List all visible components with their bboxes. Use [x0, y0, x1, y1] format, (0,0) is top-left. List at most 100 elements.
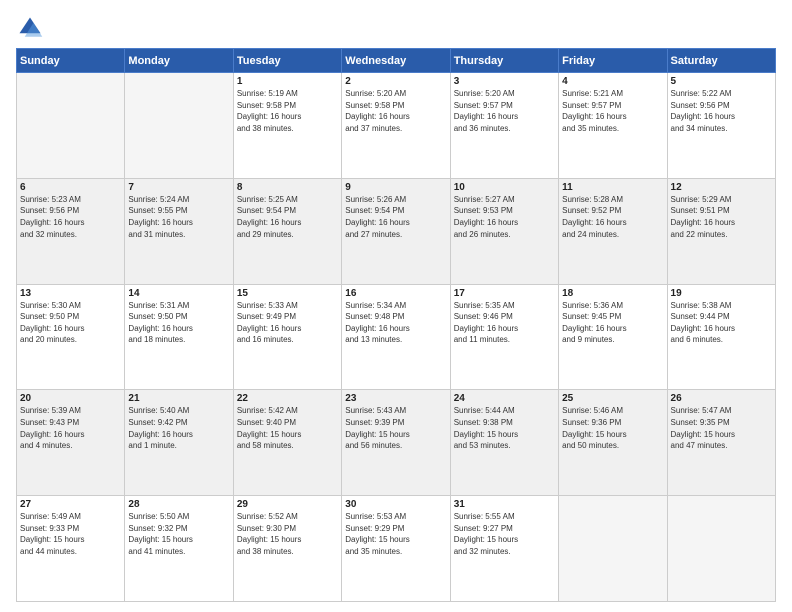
day-number: 27: [20, 499, 121, 510]
calendar-cell: 13Sunrise: 5:30 AM Sunset: 9:50 PM Dayli…: [17, 284, 125, 390]
day-info: Sunrise: 5:26 AM Sunset: 9:54 PM Dayligh…: [345, 194, 446, 240]
day-info: Sunrise: 5:36 AM Sunset: 9:45 PM Dayligh…: [562, 300, 663, 346]
day-info: Sunrise: 5:33 AM Sunset: 9:49 PM Dayligh…: [237, 300, 338, 346]
calendar-cell: 8Sunrise: 5:25 AM Sunset: 9:54 PM Daylig…: [233, 178, 341, 284]
day-number: 15: [237, 288, 338, 299]
calendar-cell: 9Sunrise: 5:26 AM Sunset: 9:54 PM Daylig…: [342, 178, 450, 284]
day-info: Sunrise: 5:24 AM Sunset: 9:55 PM Dayligh…: [128, 194, 229, 240]
day-number: 9: [345, 182, 446, 193]
day-info: Sunrise: 5:52 AM Sunset: 9:30 PM Dayligh…: [237, 511, 338, 557]
day-info: Sunrise: 5:20 AM Sunset: 9:57 PM Dayligh…: [454, 88, 555, 134]
day-info: Sunrise: 5:49 AM Sunset: 9:33 PM Dayligh…: [20, 511, 121, 557]
day-number: 4: [562, 76, 663, 87]
day-number: 24: [454, 393, 555, 404]
day-info: Sunrise: 5:23 AM Sunset: 9:56 PM Dayligh…: [20, 194, 121, 240]
day-info: Sunrise: 5:46 AM Sunset: 9:36 PM Dayligh…: [562, 405, 663, 451]
calendar-cell: 19Sunrise: 5:38 AM Sunset: 9:44 PM Dayli…: [667, 284, 775, 390]
calendar-cell: 15Sunrise: 5:33 AM Sunset: 9:49 PM Dayli…: [233, 284, 341, 390]
calendar-cell: 12Sunrise: 5:29 AM Sunset: 9:51 PM Dayli…: [667, 178, 775, 284]
day-number: 29: [237, 499, 338, 510]
page: SundayMondayTuesdayWednesdayThursdayFrid…: [0, 0, 792, 612]
day-info: Sunrise: 5:40 AM Sunset: 9:42 PM Dayligh…: [128, 405, 229, 451]
day-number: 3: [454, 76, 555, 87]
calendar-cell: 10Sunrise: 5:27 AM Sunset: 9:53 PM Dayli…: [450, 178, 558, 284]
calendar-cell: 16Sunrise: 5:34 AM Sunset: 9:48 PM Dayli…: [342, 284, 450, 390]
calendar-week-row: 6Sunrise: 5:23 AM Sunset: 9:56 PM Daylig…: [17, 178, 776, 284]
day-number: 20: [20, 393, 121, 404]
calendar-cell: 11Sunrise: 5:28 AM Sunset: 9:52 PM Dayli…: [559, 178, 667, 284]
calendar-cell: 20Sunrise: 5:39 AM Sunset: 9:43 PM Dayli…: [17, 390, 125, 496]
calendar-cell: 17Sunrise: 5:35 AM Sunset: 9:46 PM Dayli…: [450, 284, 558, 390]
calendar-cell: 18Sunrise: 5:36 AM Sunset: 9:45 PM Dayli…: [559, 284, 667, 390]
day-info: Sunrise: 5:31 AM Sunset: 9:50 PM Dayligh…: [128, 300, 229, 346]
day-info: Sunrise: 5:42 AM Sunset: 9:40 PM Dayligh…: [237, 405, 338, 451]
calendar-cell: [559, 496, 667, 602]
day-info: Sunrise: 5:21 AM Sunset: 9:57 PM Dayligh…: [562, 88, 663, 134]
calendar-cell: 1Sunrise: 5:19 AM Sunset: 9:58 PM Daylig…: [233, 73, 341, 179]
day-info: Sunrise: 5:27 AM Sunset: 9:53 PM Dayligh…: [454, 194, 555, 240]
day-number: 13: [20, 288, 121, 299]
day-info: Sunrise: 5:20 AM Sunset: 9:58 PM Dayligh…: [345, 88, 446, 134]
day-number: 6: [20, 182, 121, 193]
day-number: 31: [454, 499, 555, 510]
day-info: Sunrise: 5:38 AM Sunset: 9:44 PM Dayligh…: [671, 300, 772, 346]
calendar-cell: 24Sunrise: 5:44 AM Sunset: 9:38 PM Dayli…: [450, 390, 558, 496]
day-info: Sunrise: 5:30 AM Sunset: 9:50 PM Dayligh…: [20, 300, 121, 346]
day-info: Sunrise: 5:55 AM Sunset: 9:27 PM Dayligh…: [454, 511, 555, 557]
day-number: 25: [562, 393, 663, 404]
day-info: Sunrise: 5:44 AM Sunset: 9:38 PM Dayligh…: [454, 405, 555, 451]
day-number: 2: [345, 76, 446, 87]
calendar-cell: [125, 73, 233, 179]
day-number: 19: [671, 288, 772, 299]
calendar-header-tuesday: Tuesday: [233, 49, 341, 73]
calendar-table: SundayMondayTuesdayWednesdayThursdayFrid…: [16, 48, 776, 602]
day-number: 10: [454, 182, 555, 193]
day-number: 8: [237, 182, 338, 193]
day-info: Sunrise: 5:50 AM Sunset: 9:32 PM Dayligh…: [128, 511, 229, 557]
calendar-week-row: 27Sunrise: 5:49 AM Sunset: 9:33 PM Dayli…: [17, 496, 776, 602]
calendar-cell: [667, 496, 775, 602]
day-number: 17: [454, 288, 555, 299]
calendar-cell: 30Sunrise: 5:53 AM Sunset: 9:29 PM Dayli…: [342, 496, 450, 602]
day-number: 12: [671, 182, 772, 193]
calendar-header-monday: Monday: [125, 49, 233, 73]
day-info: Sunrise: 5:53 AM Sunset: 9:29 PM Dayligh…: [345, 511, 446, 557]
calendar-cell: 2Sunrise: 5:20 AM Sunset: 9:58 PM Daylig…: [342, 73, 450, 179]
day-info: Sunrise: 5:29 AM Sunset: 9:51 PM Dayligh…: [671, 194, 772, 240]
calendar-header-sunday: Sunday: [17, 49, 125, 73]
calendar-week-row: 1Sunrise: 5:19 AM Sunset: 9:58 PM Daylig…: [17, 73, 776, 179]
calendar-cell: 26Sunrise: 5:47 AM Sunset: 9:35 PM Dayli…: [667, 390, 775, 496]
day-info: Sunrise: 5:47 AM Sunset: 9:35 PM Dayligh…: [671, 405, 772, 451]
calendar-header-friday: Friday: [559, 49, 667, 73]
calendar-cell: 7Sunrise: 5:24 AM Sunset: 9:55 PM Daylig…: [125, 178, 233, 284]
calendar-header-wednesday: Wednesday: [342, 49, 450, 73]
calendar-cell: 14Sunrise: 5:31 AM Sunset: 9:50 PM Dayli…: [125, 284, 233, 390]
day-number: 28: [128, 499, 229, 510]
day-info: Sunrise: 5:39 AM Sunset: 9:43 PM Dayligh…: [20, 405, 121, 451]
day-number: 16: [345, 288, 446, 299]
calendar-header-thursday: Thursday: [450, 49, 558, 73]
day-info: Sunrise: 5:28 AM Sunset: 9:52 PM Dayligh…: [562, 194, 663, 240]
calendar-cell: 5Sunrise: 5:22 AM Sunset: 9:56 PM Daylig…: [667, 73, 775, 179]
day-number: 21: [128, 393, 229, 404]
logo: [16, 14, 48, 42]
day-info: Sunrise: 5:25 AM Sunset: 9:54 PM Dayligh…: [237, 194, 338, 240]
day-number: 1: [237, 76, 338, 87]
day-info: Sunrise: 5:19 AM Sunset: 9:58 PM Dayligh…: [237, 88, 338, 134]
day-info: Sunrise: 5:22 AM Sunset: 9:56 PM Dayligh…: [671, 88, 772, 134]
calendar-cell: 25Sunrise: 5:46 AM Sunset: 9:36 PM Dayli…: [559, 390, 667, 496]
calendar-week-row: 13Sunrise: 5:30 AM Sunset: 9:50 PM Dayli…: [17, 284, 776, 390]
day-number: 22: [237, 393, 338, 404]
day-number: 30: [345, 499, 446, 510]
day-number: 26: [671, 393, 772, 404]
calendar-header-saturday: Saturday: [667, 49, 775, 73]
calendar-cell: [17, 73, 125, 179]
calendar-cell: 3Sunrise: 5:20 AM Sunset: 9:57 PM Daylig…: [450, 73, 558, 179]
day-info: Sunrise: 5:35 AM Sunset: 9:46 PM Dayligh…: [454, 300, 555, 346]
day-number: 14: [128, 288, 229, 299]
calendar-cell: 23Sunrise: 5:43 AM Sunset: 9:39 PM Dayli…: [342, 390, 450, 496]
day-number: 7: [128, 182, 229, 193]
calendar-cell: 22Sunrise: 5:42 AM Sunset: 9:40 PM Dayli…: [233, 390, 341, 496]
day-info: Sunrise: 5:34 AM Sunset: 9:48 PM Dayligh…: [345, 300, 446, 346]
calendar-cell: 6Sunrise: 5:23 AM Sunset: 9:56 PM Daylig…: [17, 178, 125, 284]
